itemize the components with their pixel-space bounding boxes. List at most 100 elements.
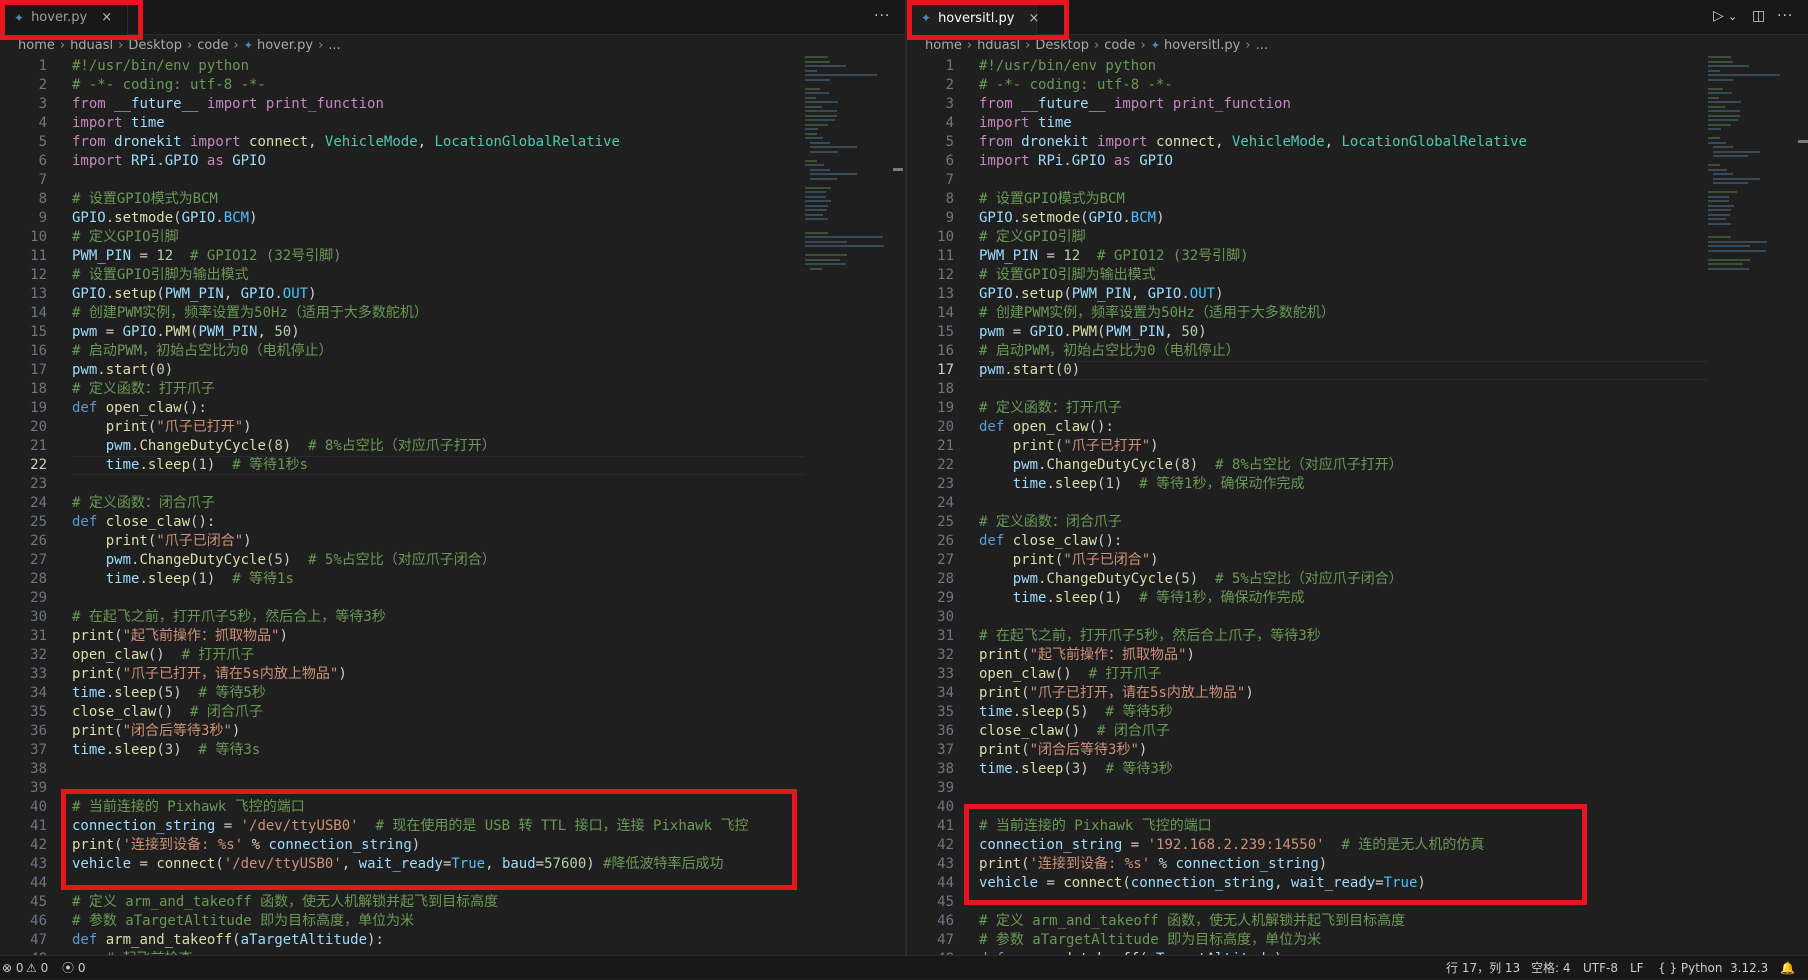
close-icon[interactable]: × [101, 10, 112, 25]
code-line[interactable]: 42 connection_string = '192.168.2.239:145… [907, 836, 1808, 855]
code-line[interactable]: 47 # 参数 aTargetAltitude 即为目标高度，单位为米 [907, 931, 1808, 950]
code-line[interactable]: 5 from dronekit import connect, VehicleMo… [907, 133, 1808, 152]
code-line[interactable]: 3 from __future__ import print_function [907, 95, 1808, 114]
more-actions-icon[interactable]: ··· [1777, 8, 1793, 24]
code-line[interactable]: 9 GPIO.setmode(GPIO.BCM) [907, 209, 1808, 228]
code-line[interactable]: 44 vehicle = connect(connection_string, w… [907, 874, 1808, 893]
code-line[interactable]: 43 print('连接到设备: %s' % connection_string) [907, 855, 1808, 874]
scrollbar-left[interactable] [893, 168, 903, 171]
split-editor-icon[interactable]: ◫ [1752, 8, 1765, 24]
code-line[interactable]: 36 print("闭合后等待3秒") [0, 722, 905, 741]
code-line[interactable]: 5 from dronekit import connect, VehicleMo… [0, 133, 905, 152]
code-line[interactable]: 23 [0, 475, 905, 494]
code-line[interactable]: 33 open_claw() # 打开爪子 [907, 665, 1808, 684]
code-line[interactable]: 3 from __future__ import print_function [0, 95, 905, 114]
code-line[interactable]: 47 def arm_and_takeoff(aTargetAltitude): [0, 931, 905, 950]
code-line[interactable]: 45 # 定义 arm_and_takeoff 函数，使无人机解锁并起飞到目标高度 [0, 893, 905, 912]
breadcrumb-item[interactable]: hduasl [70, 38, 113, 53]
code-line[interactable]: 45 [907, 893, 1808, 912]
tab-hover-py[interactable]: ✦ hover.py × [0, 0, 128, 35]
code-line[interactable]: 36 close_claw() # 闭合爪子 [907, 722, 1808, 741]
breadcrumb-item[interactable]: Desktop [1035, 38, 1089, 53]
code-line[interactable]: 8 # 设置GPIO模式为BCM [0, 190, 905, 209]
breadcrumb-item[interactable]: ... [1256, 38, 1268, 53]
breadcrumb[interactable]: home › hduasl › Desktop › code › ✦ hover.py ›... [0, 35, 905, 57]
breadcrumb-item[interactable]: hover.py [257, 38, 313, 53]
python-version[interactable]: 3.12.3 [1730, 956, 1768, 980]
code-line[interactable]: 34 print("爪子已打开，请在5s内放上物品") [907, 684, 1808, 703]
breadcrumb-item[interactable]: code [197, 38, 228, 53]
code-line[interactable]: 37 print("闭合后等待3秒") [907, 741, 1808, 760]
code-line[interactable]: 1 #!/usr/bin/env python [907, 57, 1808, 76]
code-line[interactable]: 35 close_claw() # 闭合爪子 [0, 703, 905, 722]
code-line[interactable]: 6 import RPi.GPIO as GPIO [907, 152, 1808, 171]
code-line[interactable]: 11 PWM_PIN = 12 # GPIO12 (32号引脚) [907, 247, 1808, 266]
code-line[interactable]: 9 GPIO.setmode(GPIO.BCM) [0, 209, 905, 228]
code-line[interactable]: 40 # 当前连接的 Pixhawk 飞控的端口 [0, 798, 905, 817]
code-line[interactable]: 28 time.sleep(1) # 等待1s [0, 570, 905, 589]
code-line[interactable]: 1 #!/usr/bin/env python [0, 57, 905, 76]
code-line[interactable]: 22 time.sleep(1) # 等待1秒s [0, 456, 905, 475]
scrollbar-right[interactable] [1798, 140, 1808, 143]
ports-status[interactable]: ⦿ 0 [62, 956, 85, 980]
code-line[interactable]: 30 [907, 608, 1808, 627]
code-line[interactable]: 16 # 启动PWM，初始占空比为0（电机停止） [0, 342, 905, 361]
encoding-status[interactable]: UTF-8 [1583, 956, 1618, 980]
code-line[interactable]: 19 def open_claw(): [0, 399, 905, 418]
code-line[interactable]: 46 # 参数 aTargetAltitude 即为目标高度，单位为米 [0, 912, 905, 931]
code-line[interactable]: 43 vehicle = connect('/dev/ttyUSB0', wait… [0, 855, 905, 874]
code-line[interactable]: 32 print("起飞前操作：抓取物品") [907, 646, 1808, 665]
code-line[interactable]: 25 def close_claw(): [0, 513, 905, 532]
code-line[interactable]: 16 # 启动PWM，初始占空比为0（电机停止） [907, 342, 1808, 361]
code-line[interactable]: 28 pwm.ChangeDutyCycle(5) # 5%占空比（对应爪子闭合… [907, 570, 1808, 589]
code-line[interactable]: 30 # 在起飞之前，打开爪子5秒，然后合上，等待3秒 [0, 608, 905, 627]
code-line[interactable]: 23 time.sleep(1) # 等待1秒，确保动作完成 [907, 475, 1808, 494]
breadcrumb-item[interactable]: ... [328, 38, 340, 53]
code-line[interactable]: 26 def close_claw(): [907, 532, 1808, 551]
chevron-down-icon[interactable]: ⌄ [1728, 10, 1737, 23]
breadcrumb-item[interactable]: home [18, 38, 55, 53]
breadcrumb[interactable]: home › hduasl › Desktop › code › ✦ hoversitl.py ›.… [907, 35, 1808, 57]
code-line[interactable]: 2 # -*- coding: utf-8 -*- [907, 76, 1808, 95]
code-line[interactable]: 24 # 定义函数：闭合爪子 [0, 494, 905, 513]
code-line[interactable]: 31 print("起飞前操作：抓取物品") [0, 627, 905, 646]
code-line[interactable]: 11 PWM_PIN = 12 # GPIO12 (32号引脚) [0, 247, 905, 266]
run-icon[interactable]: ▷ [1713, 8, 1724, 24]
code-line[interactable]: 21 print("爪子已打开") [907, 437, 1808, 456]
code-line[interactable]: 41 # 当前连接的 Pixhawk 飞控的端口 [907, 817, 1808, 836]
bell-icon[interactable]: 🔔 [1780, 956, 1795, 980]
language-mode[interactable]: { } Python [1658, 956, 1723, 980]
code-line[interactable]: 22 pwm.ChangeDutyCycle(8) # 8%占空比（对应爪子打开… [907, 456, 1808, 475]
code-line[interactable]: 46 # 定义 arm_and_takeoff 函数，使无人机解锁并起飞到目标高度 [907, 912, 1808, 931]
errors-status[interactable]: ⊗ 0 [2, 956, 24, 980]
code-line[interactable]: 4 import time [0, 114, 905, 133]
code-line[interactable]: 35 time.sleep(5) # 等待5秒 [907, 703, 1808, 722]
code-line[interactable]: 40 [907, 798, 1808, 817]
breadcrumb-item[interactable]: code [1104, 38, 1135, 53]
code-line[interactable]: 13 GPIO.setup(PWM_PIN, GPIO.OUT) [0, 285, 905, 304]
code-line[interactable]: 20 def open_claw(): [907, 418, 1808, 437]
minimap-right[interactable] [1708, 56, 1798, 306]
code-editor-left[interactable]: 1 #!/usr/bin/env python 2 # -*- coding: utf… [0, 57, 905, 955]
code-line[interactable]: 31 # 在起飞之前，打开爪子5秒，然后合上爪子，等待3秒 [907, 627, 1808, 646]
code-line[interactable]: 4 import time [907, 114, 1808, 133]
code-line[interactable]: 20 print("爪子已打开") [0, 418, 905, 437]
code-line[interactable]: 39 [907, 779, 1808, 798]
code-line[interactable]: 18 # 定义函数：打开爪子 [0, 380, 905, 399]
code-line[interactable]: 27 pwm.ChangeDutyCycle(5) # 5%占空比（对应爪子闭合… [0, 551, 905, 570]
code-line[interactable]: 7 [907, 171, 1808, 190]
breadcrumb-item[interactable]: hoversitl.py [1164, 38, 1240, 53]
code-line[interactable]: 10 # 定义GPIO引脚 [907, 228, 1808, 247]
warnings-status[interactable]: ⚠ 0 [26, 956, 48, 980]
code-line[interactable]: 32 open_claw() # 打开爪子 [0, 646, 905, 665]
code-line[interactable]: 26 print("爪子已闭合") [0, 532, 905, 551]
code-line[interactable]: 18 [907, 380, 1808, 399]
code-line[interactable]: 2 # -*- coding: utf-8 -*- [0, 76, 905, 95]
code-line[interactable]: 7 [0, 171, 905, 190]
code-line[interactable]: 12 # 设置GPIO引脚为输出模式 [907, 266, 1808, 285]
more-actions-icon[interactable]: ··· [874, 8, 890, 24]
code-line[interactable]: 10 # 定义GPIO引脚 [0, 228, 905, 247]
code-line[interactable]: 38 [0, 760, 905, 779]
tab-hoversitl-py[interactable]: ✦ hoversitl.py × [907, 0, 1039, 35]
code-line[interactable]: 14 # 创建PWM实例，频率设置为50Hz（适用于大多数舵机） [907, 304, 1808, 323]
